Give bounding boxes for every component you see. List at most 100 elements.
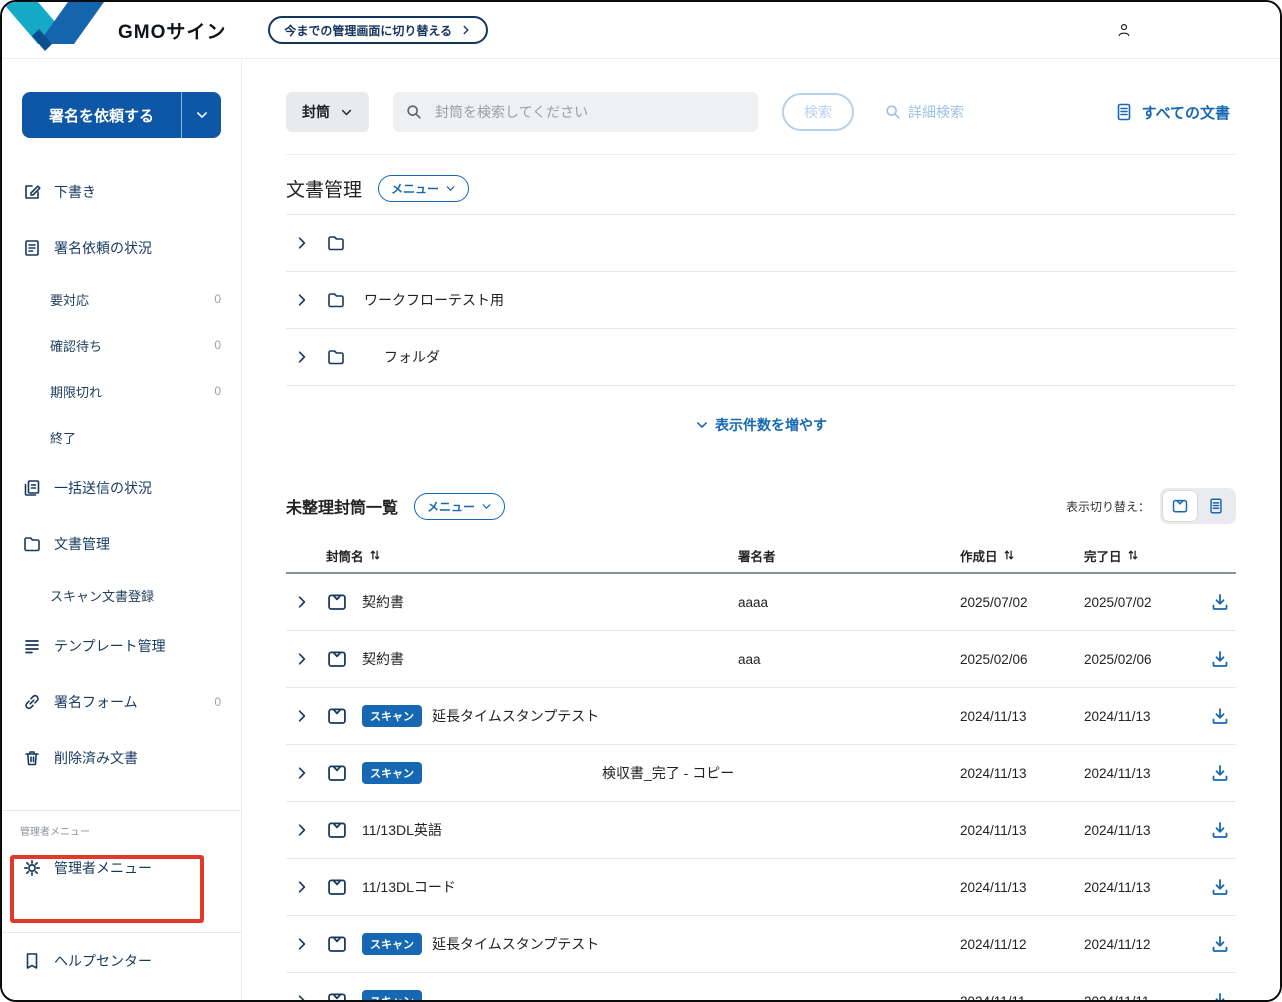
view-switch-label: 表示切り替え： xyxy=(1066,498,1150,515)
count-badge: 0 xyxy=(214,695,221,709)
sort-icon[interactable] xyxy=(1126,548,1140,562)
envelopes-header: 未整理封筒一覧 メニュー 表示切り替え： xyxy=(286,488,1236,524)
scan-badge: スキャン xyxy=(362,705,422,727)
envelope-row[interactable]: 契約書 aaa 2025/02/06 2025/02/06 xyxy=(286,631,1236,688)
download-button[interactable] xyxy=(1192,591,1236,613)
download-icon xyxy=(1210,934,1230,954)
search-scope-dropdown[interactable]: 封筒 xyxy=(286,92,369,132)
sidebar-item-label: 署名依頼の状況 xyxy=(54,238,152,258)
chevron-right-icon[interactable] xyxy=(294,594,310,610)
chevron-right-icon[interactable] xyxy=(294,936,310,952)
envelope-completed-date: 2025/02/06 xyxy=(1084,652,1192,667)
envelope-completed-date: 2024/11/11 xyxy=(1084,994,1192,1001)
search-box xyxy=(393,92,758,132)
show-more-button[interactable]: 表示件数を増やす xyxy=(689,414,833,436)
envelope-icon xyxy=(326,648,348,670)
sidebar-item-signature-form[interactable]: 署名フォーム 0 xyxy=(2,674,241,730)
column-header-signer: 署名者 xyxy=(738,546,960,565)
search-input[interactable] xyxy=(433,103,746,121)
envelope-icon xyxy=(1171,497,1189,515)
chevron-right-icon[interactable] xyxy=(294,708,310,724)
envelope-row[interactable]: スキャン 延長タイムスタンプテスト 2024/11/12 2024/11/12 xyxy=(286,916,1236,973)
column-header-created[interactable]: 作成日 xyxy=(960,546,1084,565)
request-signature-button[interactable]: 署名を依頼する xyxy=(22,92,181,138)
chevron-right-icon[interactable] xyxy=(294,292,310,308)
sidebar-item-document-management[interactable]: 文書管理 xyxy=(2,516,241,572)
envelope-row[interactable]: 11/13DLコード 2024/11/13 2024/11/13 xyxy=(286,859,1236,916)
scan-badge: スキャン xyxy=(362,762,422,784)
view-toggle-envelope-button[interactable] xyxy=(1163,491,1197,521)
envelope-row[interactable]: 11/13DL英語 2024/11/13 2024/11/13 xyxy=(286,802,1236,859)
chevron-right-icon[interactable] xyxy=(294,235,310,251)
column-label: 署名者 xyxy=(738,546,776,565)
sidebar-item-template-management[interactable]: テンプレート管理 xyxy=(2,618,241,674)
envelope-name: 検収書_完了 - コピー xyxy=(602,763,734,783)
download-button[interactable] xyxy=(1192,933,1236,955)
switch-admin-view-button[interactable]: 今までの管理画面に切り替える xyxy=(268,16,488,44)
column-header-name[interactable]: 封筒名 xyxy=(286,546,738,565)
signature-document-icon xyxy=(22,238,42,258)
download-button[interactable] xyxy=(1192,762,1236,784)
download-button[interactable] xyxy=(1192,705,1236,727)
sidebar-item-signature-requests[interactable]: 署名依頼の状況 xyxy=(2,220,241,276)
envelope-icon xyxy=(326,990,348,1000)
menu-pill-label: メニュー xyxy=(391,180,439,197)
advanced-search-button[interactable]: 詳細検索 xyxy=(878,101,970,123)
all-documents-link[interactable]: すべての文書 xyxy=(1108,101,1236,124)
sidebar-item-drafts[interactable]: 下書き xyxy=(2,164,241,220)
folder-icon xyxy=(326,347,346,367)
sidebar-subitem-label: 確認待ち xyxy=(50,336,102,355)
sidebar-subitem-scan-document-register[interactable]: スキャン文書登録 xyxy=(2,572,241,618)
envelope-row[interactable]: スキャン 2024/11/11 2024/11/11 xyxy=(286,973,1236,1000)
section-title: 文書管理 xyxy=(286,175,362,202)
sort-icon[interactable] xyxy=(368,548,382,562)
envelopes-menu-pill[interactable]: メニュー xyxy=(414,493,505,520)
bulk-send-icon xyxy=(22,478,42,498)
envelope-completed-date: 2024/11/12 xyxy=(1084,937,1192,952)
sidebar-item-admin-menu[interactable]: 管理者メニュー xyxy=(2,840,241,896)
chevron-right-icon[interactable] xyxy=(294,879,310,895)
view-toggle-list-button[interactable] xyxy=(1199,491,1233,521)
sidebar-subitem-expired[interactable]: 期限切れ 0 xyxy=(2,368,241,414)
count-badge: 0 xyxy=(214,384,221,398)
download-icon xyxy=(1210,991,1230,1000)
chevron-right-icon[interactable] xyxy=(294,822,310,838)
envelope-row[interactable]: スキャン 検収書_完了 - コピー 2024/11/13 2024/11/13 xyxy=(286,745,1236,802)
app-window: GMOサイン 今までの管理画面に切り替える 署名を依頼する 下書き 署名依頼の状… xyxy=(0,0,1282,1002)
sidebar-subitem-waiting-confirmation[interactable]: 確認待ち 0 xyxy=(2,322,241,368)
sort-icon[interactable] xyxy=(1002,548,1016,562)
request-signature-dropdown-button[interactable] xyxy=(181,92,221,138)
chevron-right-icon[interactable] xyxy=(294,349,310,365)
chevron-down-icon xyxy=(445,183,456,194)
envelope-row[interactable]: 契約書 aaaa 2025/07/02 2025/07/02 xyxy=(286,574,1236,631)
sidebar-item-bulk-send-status[interactable]: 一括送信の状況 xyxy=(2,460,241,516)
envelope-row[interactable]: スキャン 延長タイムスタンプテスト 2024/11/13 2024/11/13 xyxy=(286,688,1236,745)
envelope-name: 11/13DL英語 xyxy=(362,820,442,840)
chevron-right-icon[interactable] xyxy=(294,993,310,1000)
folder-row[interactable] xyxy=(286,214,1236,271)
folder-row[interactable]: フォルダ xyxy=(286,328,1236,386)
download-button[interactable] xyxy=(1192,819,1236,841)
sidebar-subitem-finished[interactable]: 終了 xyxy=(2,414,241,460)
help-book-icon xyxy=(22,951,42,971)
sidebar-item-help-center[interactable]: ヘルプセンター xyxy=(2,933,241,989)
search-button[interactable]: 検索 xyxy=(782,93,854,131)
sidebar-item-deleted-documents[interactable]: 削除済み文書 xyxy=(2,730,241,786)
trash-icon xyxy=(22,748,42,768)
envelope-created-date: 2025/02/06 xyxy=(960,652,1084,667)
envelope-icon xyxy=(326,876,348,898)
count-badge: 0 xyxy=(214,338,221,352)
folder-row[interactable]: ワークフローテスト用 xyxy=(286,271,1236,328)
download-button[interactable] xyxy=(1192,648,1236,670)
download-icon xyxy=(1210,706,1230,726)
sidebar-subitem-action-required[interactable]: 要対応 0 xyxy=(2,276,241,322)
chevron-right-icon[interactable] xyxy=(294,765,310,781)
chevron-right-icon[interactable] xyxy=(294,651,310,667)
download-button[interactable] xyxy=(1192,876,1236,898)
search-toolbar: 封筒 検索 詳細検索 すべての文書 xyxy=(286,58,1236,132)
view-toggle-group xyxy=(1160,488,1236,524)
column-header-completed[interactable]: 完了日 xyxy=(1084,546,1192,565)
download-button[interactable] xyxy=(1192,990,1236,1000)
account-button[interactable] xyxy=(1110,16,1138,44)
document-menu-pill[interactable]: メニュー xyxy=(378,175,469,202)
